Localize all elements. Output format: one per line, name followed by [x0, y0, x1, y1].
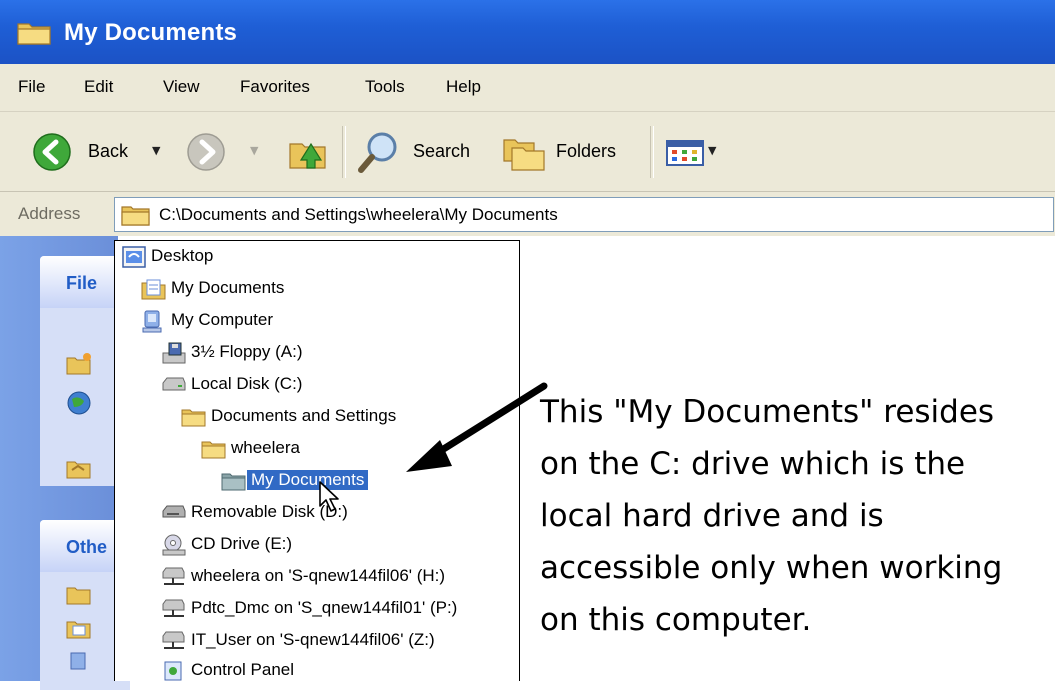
share-folder-icon[interactable]: [66, 456, 92, 480]
list-item-label: Pdtc_Dmc on 'S_qnew144fil01' (P:): [191, 598, 458, 617]
list-item-label: My Documents: [171, 278, 285, 297]
toolbar-separator: [342, 126, 346, 178]
list-item-label: Local Disk (C:): [191, 374, 303, 393]
forward-arrow-icon[interactable]: [186, 132, 226, 172]
mouse-cursor-icon: [319, 481, 339, 512]
file-tasks-heading: File: [66, 273, 98, 293]
folders-label: Folders: [556, 141, 617, 161]
list-item-label: Control Panel: [191, 660, 295, 679]
search-label: Search: [413, 141, 471, 161]
network-drive-icon: [162, 599, 185, 617]
menu-view[interactable]: View: [163, 77, 200, 97]
list-item-label: Desktop: [151, 246, 214, 265]
back-label: Back: [88, 141, 129, 161]
search-icon: [358, 132, 397, 173]
address-input[interactable]: C:\Documents and Settings\wheelera\My Do…: [114, 197, 1054, 232]
desktop-icon: [122, 246, 146, 268]
list-item-label: wheelera on 'S-qnew144fil06' (H:): [191, 566, 446, 585]
window-title: My Documents: [64, 19, 238, 46]
folder-icon: [181, 409, 206, 427]
toolbar-separator: [650, 126, 654, 178]
forward-dropdown-caret[interactable]: ▼: [250, 144, 258, 157]
folder-icon: [17, 23, 51, 45]
network-drive-icon: [162, 567, 185, 585]
menu-bar: File Edit View Favorites Tools Help: [0, 64, 1055, 112]
floppy-drive-icon: [162, 342, 186, 364]
my-documents-icon: [141, 279, 166, 300]
views-icon[interactable]: [666, 140, 704, 166]
annotation-line: local hard drive and is: [540, 498, 884, 534]
network-drive-icon: [162, 631, 185, 649]
address-bar: Address C:\Documents and Settings\wheele…: [0, 192, 1055, 236]
views-dropdown-caret[interactable]: ▼: [708, 144, 716, 157]
other-places-heading: Othe: [66, 537, 108, 557]
list-item-label: CD Drive (E:): [191, 534, 293, 553]
my-computer-icon[interactable]: [66, 650, 92, 672]
local-disk-icon: [162, 377, 186, 391]
toolbar: Back ▼ ▼ Search Folders ▼: [0, 112, 1055, 192]
my-computer-icon: [142, 310, 162, 333]
back-arrow-icon: [33, 133, 71, 171]
folder-icon: [201, 441, 226, 459]
folder-icon[interactable]: [66, 584, 92, 606]
task-pane: File Othe: [0, 236, 130, 690]
list-item-label: IT_User on 'S-qnew144fil06' (Z:): [191, 630, 435, 649]
annotation-arrow-icon: [406, 382, 548, 472]
menu-favorites[interactable]: Favorites: [240, 77, 310, 97]
publish-web-icon[interactable]: [66, 390, 92, 416]
list-item-label: Documents and Settings: [211, 406, 397, 425]
list-item-label: 3½ Floppy (A:): [191, 342, 303, 361]
annotation-line: on the C: drive which is the: [540, 446, 966, 482]
annotation-line: on this computer.: [540, 602, 812, 638]
cd-drive-icon: [162, 534, 186, 556]
folder-icon: [221, 473, 246, 491]
menu-tools[interactable]: Tools: [365, 77, 405, 97]
list-item-label: wheelera: [231, 438, 300, 457]
folder-icon: [121, 206, 150, 226]
up-folder-icon[interactable]: [287, 130, 329, 172]
annotation-line: accessible only when working: [540, 550, 1003, 586]
new-folder-icon[interactable]: [66, 352, 92, 376]
annotation-line: This "My Documents" resides: [540, 394, 995, 430]
folders-icon: [503, 139, 545, 171]
control-panel-icon: [164, 661, 182, 681]
address-value: C:\Documents and Settings\wheelera\My Do…: [159, 205, 558, 224]
address-label: Address: [18, 204, 81, 223]
list-item-label: My Computer: [171, 310, 274, 329]
shared-documents-icon[interactable]: [66, 616, 92, 640]
menu-edit[interactable]: Edit: [84, 77, 113, 97]
back-dropdown-caret[interactable]: ▼: [152, 144, 160, 157]
annotation-text: This "My Documents" resides on the C: dr…: [540, 390, 1055, 650]
title-bar: My Documents: [0, 0, 1055, 64]
list-item-label: My Documents: [247, 470, 369, 490]
menu-file[interactable]: File: [18, 77, 45, 97]
menu-help[interactable]: Help: [446, 77, 481, 97]
removable-disk-icon: [162, 505, 186, 518]
